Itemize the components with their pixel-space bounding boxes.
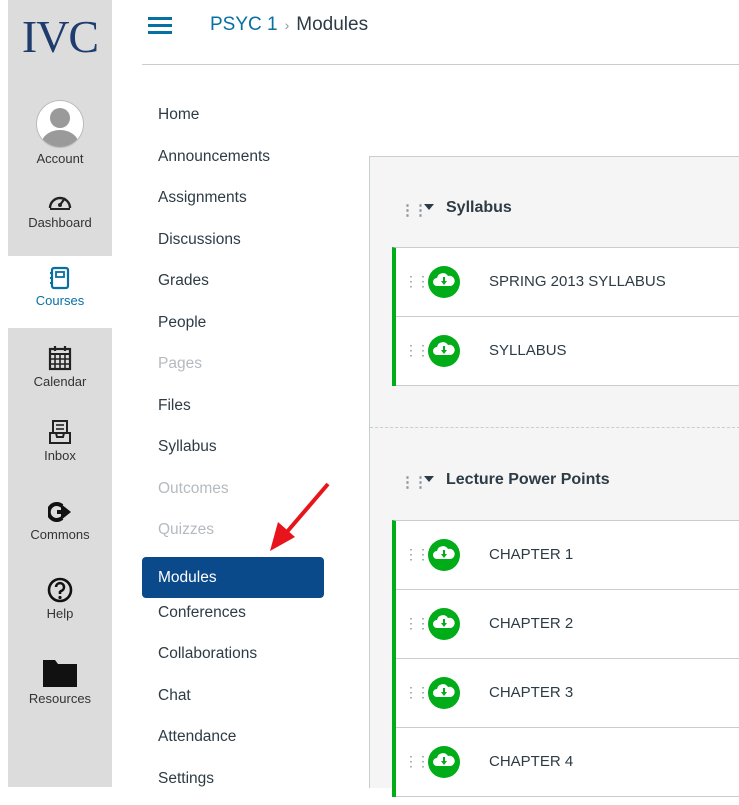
- module-title: Lecture Power Points: [446, 471, 610, 489]
- course-nav-quizzes[interactable]: Quizzes: [142, 515, 324, 557]
- module-item-title[interactable]: SYLLABUS: [489, 342, 567, 359]
- drag-handle-icon[interactable]: ⋮⋮: [400, 201, 426, 219]
- global-nav: IVC Account Dashboard Courses: [8, 0, 112, 787]
- modules-content: ⋮⋮ Syllabus ⋮⋮ SPRING 2013 SYLLABUS ⋮⋮ S…: [369, 156, 739, 788]
- collapse-caret-icon[interactable]: [424, 476, 434, 482]
- global-nav-calendar[interactable]: Calendar: [8, 345, 112, 403]
- global-nav-dashboard[interactable]: Dashboard: [8, 190, 112, 248]
- module-item-list: ⋮⋮ SPRING 2013 SYLLABUS ⋮⋮ SYLLABUS: [392, 247, 739, 386]
- course-nav-conferences[interactable]: Conferences: [142, 598, 324, 640]
- course-nav-people[interactable]: People: [142, 308, 324, 350]
- help-icon: [47, 577, 73, 603]
- module-header-lecture-power-points[interactable]: ⋮⋮ Lecture Power Points: [370, 455, 739, 511]
- drag-handle-icon[interactable]: ⋮⋮: [404, 615, 428, 632]
- download-cloud-icon: [428, 746, 460, 778]
- course-nav-collaborations[interactable]: Collaborations: [142, 639, 324, 681]
- global-nav-label: Inbox: [44, 448, 76, 463]
- commons-icon: [48, 500, 72, 524]
- drag-handle-icon[interactable]: ⋮⋮: [404, 684, 428, 701]
- breadcrumb-course-link[interactable]: PSYC 1: [210, 14, 278, 35]
- calendar-icon: [48, 345, 72, 371]
- module-item[interactable]: ⋮⋮ SYLLABUS: [396, 317, 739, 386]
- download-cloud-icon: [428, 539, 460, 571]
- global-nav-help[interactable]: Help: [8, 577, 112, 635]
- course-nav-outcomes[interactable]: Outcomes: [142, 474, 324, 516]
- module-item-title[interactable]: CHAPTER 4: [489, 753, 573, 770]
- course-nav-syllabus[interactable]: Syllabus: [142, 432, 324, 474]
- download-cloud-icon: [428, 677, 460, 709]
- drag-handle-icon[interactable]: ⋮⋮: [404, 546, 428, 563]
- module-item-title[interactable]: CHAPTER 3: [489, 684, 573, 701]
- hamburger-menu-icon[interactable]: [148, 17, 172, 35]
- drag-handle-icon[interactable]: ⋮⋮: [404, 342, 428, 359]
- drag-handle-icon[interactable]: ⋮⋮: [400, 473, 426, 491]
- institution-logo[interactable]: IVC: [8, 10, 112, 63]
- module-item[interactable]: ⋮⋮ CHAPTER 1: [396, 521, 739, 590]
- module-item-title[interactable]: CHAPTER 2: [489, 615, 573, 632]
- drag-handle-icon[interactable]: ⋮⋮: [404, 273, 428, 290]
- dashboard-icon: [47, 190, 73, 212]
- course-nav-chat[interactable]: Chat: [142, 681, 324, 723]
- global-nav-label: Calendar: [34, 374, 87, 389]
- inbox-icon: [48, 419, 72, 445]
- global-nav-commons[interactable]: Commons: [8, 500, 112, 558]
- drag-handle-icon[interactable]: ⋮⋮: [404, 753, 428, 770]
- module-header-syllabus[interactable]: ⋮⋮ Syllabus: [370, 183, 739, 239]
- module-item[interactable]: ⋮⋮ CHAPTER 3: [396, 659, 739, 728]
- module-item-title[interactable]: SPRING 2013 SYLLABUS: [489, 273, 666, 290]
- course-nav-settings[interactable]: Settings: [142, 764, 324, 805]
- courses-icon: [49, 266, 71, 290]
- module-item-title[interactable]: CHAPTER 1: [489, 546, 573, 563]
- course-nav-attendance[interactable]: Attendance: [142, 722, 324, 764]
- course-nav-files[interactable]: Files: [142, 391, 324, 433]
- folder-icon: [42, 658, 78, 688]
- page-header: PSYC 1 › Modules: [142, 0, 739, 65]
- global-nav-inbox[interactable]: Inbox: [8, 419, 112, 477]
- global-nav-resources[interactable]: Resources: [8, 658, 112, 716]
- global-nav-label: Courses: [36, 293, 84, 308]
- course-nav-assignments[interactable]: Assignments: [142, 183, 324, 225]
- course-nav-pages[interactable]: Pages: [142, 349, 324, 391]
- course-nav-modules[interactable]: Modules: [142, 557, 324, 598]
- course-nav-discussions[interactable]: Discussions: [142, 225, 324, 267]
- global-nav-label: Account: [37, 151, 84, 166]
- module-item[interactable]: ⋮⋮ SPRING 2013 SYLLABUS: [396, 248, 739, 317]
- collapse-caret-icon[interactable]: [424, 204, 434, 210]
- global-nav-courses[interactable]: Courses: [8, 256, 112, 328]
- download-cloud-icon: [428, 335, 460, 367]
- module-item-list: ⋮⋮ CHAPTER 1 ⋮⋮ CHAPTER 2 ⋮⋮ CHAPTER 3: [392, 520, 739, 797]
- module-title: Syllabus: [446, 199, 512, 217]
- global-nav-label: Commons: [30, 527, 89, 542]
- module-item[interactable]: ⋮⋮ CHAPTER 2: [396, 590, 739, 659]
- course-nav: Home Announcements Assignments Discussio…: [142, 100, 324, 805]
- global-nav-label: Help: [47, 606, 74, 621]
- global-nav-label: Dashboard: [28, 215, 92, 230]
- breadcrumb-current: Modules: [296, 14, 368, 35]
- course-nav-announcements[interactable]: Announcements: [142, 142, 324, 184]
- download-cloud-icon: [428, 266, 460, 298]
- download-cloud-icon: [428, 608, 460, 640]
- course-nav-grades[interactable]: Grades: [142, 266, 324, 308]
- module-divider: [370, 427, 739, 428]
- course-nav-home[interactable]: Home: [142, 100, 324, 142]
- breadcrumb-separator: ›: [285, 17, 290, 33]
- global-nav-label: Resources: [29, 691, 91, 706]
- breadcrumb: PSYC 1 › Modules: [210, 14, 368, 36]
- avatar: [36, 100, 84, 148]
- global-nav-account[interactable]: Account: [8, 100, 112, 168]
